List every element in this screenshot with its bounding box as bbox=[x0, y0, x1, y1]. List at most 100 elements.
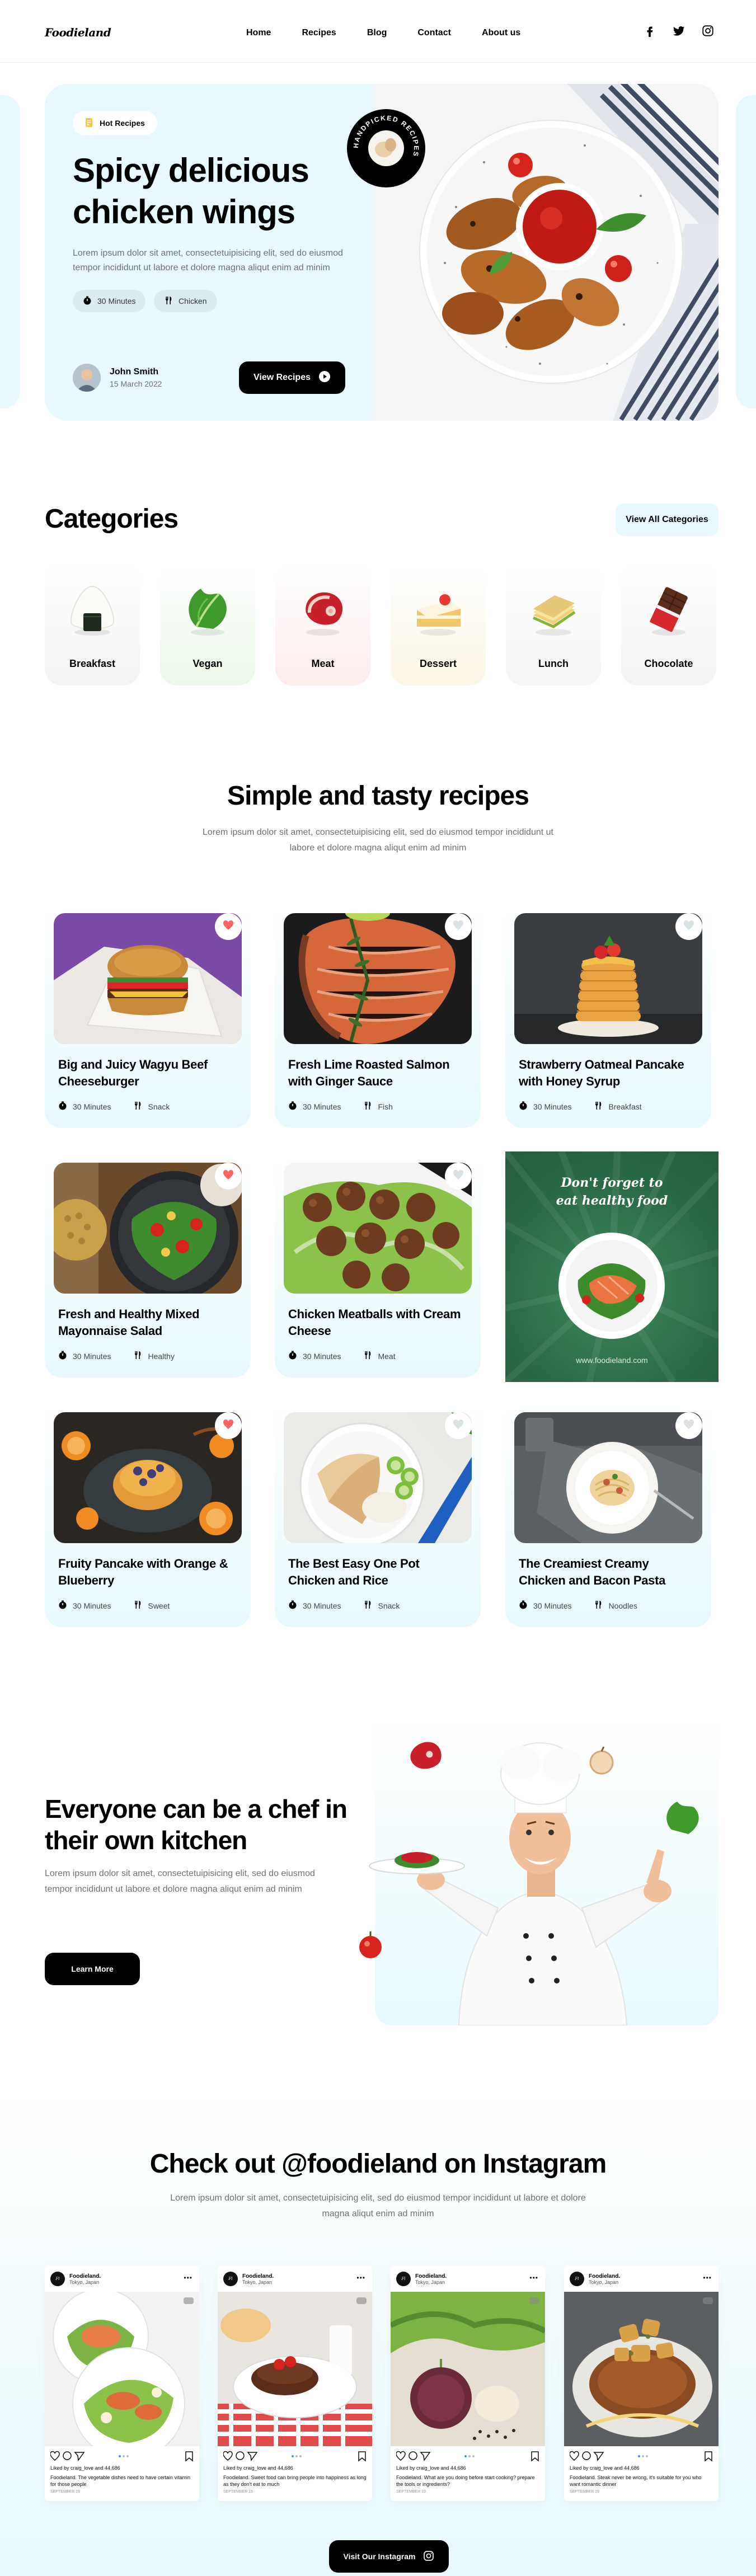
post-header: Fl Foodieland. Tokyo, Japan bbox=[50, 2272, 101, 2286]
post-image-salad bbox=[45, 2292, 199, 2446]
recipe-card[interactable]: Fruity Pancake with Orange & Blueberry 3… bbox=[45, 1403, 251, 1627]
twitter-icon[interactable] bbox=[673, 25, 685, 40]
instagram-icon[interactable] bbox=[702, 25, 714, 40]
favorite-button[interactable] bbox=[445, 913, 472, 940]
social-links bbox=[644, 25, 714, 40]
post-username[interactable]: Foodieland. bbox=[415, 2273, 447, 2279]
onigiri-icon bbox=[64, 582, 120, 638]
recipe-card[interactable]: Strawberry Oatmeal Pancake with Honey Sy… bbox=[505, 904, 711, 1128]
recipe-title[interactable]: Chicken Meatballs with Cream Cheese bbox=[288, 1306, 467, 1339]
promo-url[interactable]: www.foodieland.com bbox=[505, 1356, 719, 1365]
comment-icon bbox=[63, 2451, 72, 2460]
nav-link-home[interactable]: Home bbox=[246, 28, 271, 38]
recipe-tag-label: Fish bbox=[378, 1102, 393, 1111]
more-options-icon[interactable]: ••• bbox=[356, 2274, 365, 2282]
post-username[interactable]: Foodieland. bbox=[589, 2273, 620, 2279]
view-recipes-label: View Recipes bbox=[253, 373, 311, 382]
recipe-title[interactable]: The Best Easy One Pot Chicken and Rice bbox=[288, 1555, 467, 1589]
category-label: Dessert bbox=[419, 658, 457, 669]
favorite-button[interactable] bbox=[215, 913, 242, 940]
badge-label: Hot Recipes bbox=[100, 119, 145, 128]
recipe-tag: Noodles bbox=[594, 1600, 637, 1611]
post-username[interactable]: Foodieland. bbox=[69, 2273, 101, 2279]
recipe-tag: Fish bbox=[363, 1101, 393, 1112]
heart-icon bbox=[683, 1419, 694, 1433]
more-options-icon[interactable]: ••• bbox=[703, 2274, 712, 2282]
recipe-card[interactable]: Chicken Meatballs with Cream Cheese 30 M… bbox=[275, 1154, 481, 1378]
recipe-card[interactable]: Big and Juicy Wagyu Beef Cheeseburger 30… bbox=[45, 904, 251, 1128]
recipe-meta: 30 Minutes Healthy bbox=[58, 1351, 175, 1361]
nav-link-about[interactable]: About us bbox=[482, 28, 520, 38]
favorite-button[interactable] bbox=[445, 1412, 472, 1439]
recipe-card[interactable]: Fresh and Healthy Mixed Mayonnaise Salad… bbox=[45, 1154, 251, 1378]
recipe-title[interactable]: Fresh and Healthy Mixed Mayonnaise Salad bbox=[58, 1306, 237, 1339]
category-lunch[interactable]: Lunch bbox=[506, 565, 601, 685]
nav-link-blog[interactable]: Blog bbox=[367, 28, 387, 38]
author-name: John Smith bbox=[110, 367, 159, 377]
hero-time: 30 Minutes bbox=[97, 297, 136, 305]
hero-time-chip: 30 Minutes bbox=[73, 290, 146, 312]
instagram-post[interactable]: Fl Foodieland. Tokyo, Japan ••• Liked by … bbox=[45, 2266, 199, 2501]
share-icon bbox=[593, 2452, 604, 2461]
nav-link-recipes[interactable]: Recipes bbox=[302, 28, 336, 38]
view-all-categories-button[interactable]: View All Categories bbox=[616, 504, 719, 536]
instagram-post[interactable]: Fl Foodieland. Tokyo, Japan ••• Liked by … bbox=[564, 2266, 719, 2501]
recipe-tag: Healthy bbox=[133, 1351, 175, 1361]
cake-icon bbox=[410, 582, 466, 638]
recipe-time: 30 Minutes bbox=[58, 1101, 111, 1112]
post-location: Tokyo, Japan bbox=[415, 2279, 445, 2285]
recipe-title[interactable]: Fresh Lime Roasted Salmon with Ginger Sa… bbox=[288, 1056, 467, 1090]
category-vegan[interactable]: Vegan bbox=[160, 565, 255, 685]
instagram-title: Check out @foodieland on Instagram bbox=[149, 2149, 607, 2179]
more-options-icon[interactable]: ••• bbox=[184, 2274, 192, 2282]
heart-icon bbox=[223, 1419, 234, 1433]
post-caption: Foodieland. Sweet food can bring people … bbox=[223, 2475, 367, 2487]
hero-slide-prev bbox=[0, 95, 20, 408]
visit-instagram-button[interactable]: Visit Our Instagram bbox=[329, 2540, 449, 2573]
timer-icon bbox=[83, 296, 92, 307]
post-caption: Foodieland. The vegetable dishes need to… bbox=[50, 2475, 190, 2487]
chef-section-description: Lorem ipsum dolor sit amet, consectetuip… bbox=[45, 1869, 315, 1894]
recipe-card[interactable]: The Creamiest Creamy Chicken and Bacon P… bbox=[505, 1403, 711, 1627]
favorite-button[interactable] bbox=[675, 913, 702, 940]
recipe-title[interactable]: The Creamiest Creamy Chicken and Bacon P… bbox=[519, 1555, 698, 1589]
more-options-icon[interactable]: ••• bbox=[529, 2274, 538, 2282]
bookmark-icon bbox=[358, 2451, 366, 2462]
recipe-card[interactable]: Fresh Lime Roasted Salmon with Ginger Sa… bbox=[275, 904, 481, 1128]
recipe-tag: Snack bbox=[363, 1600, 400, 1611]
fork-knife-icon bbox=[133, 1351, 142, 1361]
instagram-post[interactable]: Fl Foodieland. Tokyo, Japan ••• Liked by … bbox=[391, 2266, 545, 2501]
recipe-title[interactable]: Strawberry Oatmeal Pancake with Honey Sy… bbox=[519, 1056, 698, 1090]
favorite-button[interactable] bbox=[215, 1412, 242, 1439]
category-chocolate[interactable]: Chocolate bbox=[621, 565, 716, 685]
learn-more-button[interactable]: Learn More bbox=[45, 1953, 140, 1985]
fork-knife-icon bbox=[133, 1600, 142, 1611]
facebook-icon[interactable] bbox=[644, 25, 656, 40]
fork-knife-icon bbox=[133, 1101, 142, 1112]
post-actions bbox=[50, 2451, 194, 2462]
handpicked-recipes-stamp: HANDPICKED RECIPES bbox=[347, 109, 425, 187]
bookmark-icon bbox=[705, 2451, 712, 2462]
favorite-button[interactable] bbox=[215, 1163, 242, 1190]
steak-icon bbox=[295, 582, 351, 638]
site-logo[interactable]: Foodieland bbox=[45, 26, 111, 39]
recipe-meta: 30 Minutes Fish bbox=[288, 1101, 393, 1112]
instagram-post[interactable]: Fl Foodieland. Tokyo, Japan ••• Liked by … bbox=[218, 2266, 372, 2501]
favorite-button[interactable] bbox=[445, 1163, 472, 1190]
category-dessert[interactable]: Dessert bbox=[391, 565, 486, 685]
favorite-button[interactable] bbox=[675, 1412, 702, 1439]
recipe-title[interactable]: Fruity Pancake with Orange & Blueberry bbox=[58, 1555, 237, 1589]
post-username[interactable]: Foodieland. bbox=[242, 2273, 274, 2279]
category-meat[interactable]: Meat bbox=[275, 565, 370, 685]
comment-icon bbox=[408, 2451, 417, 2460]
author-avatar bbox=[73, 364, 101, 392]
recipe-card[interactable]: The Best Easy One Pot Chicken and Rice 3… bbox=[275, 1403, 481, 1627]
recipe-time-label: 30 Minutes bbox=[303, 1351, 341, 1361]
category-breakfast[interactable]: Breakfast bbox=[45, 565, 140, 685]
nav-link-contact[interactable]: Contact bbox=[417, 28, 451, 38]
recipe-title[interactable]: Big and Juicy Wagyu Beef Cheeseburger bbox=[58, 1056, 237, 1090]
chef-illustration bbox=[347, 1712, 727, 2026]
view-recipes-button[interactable]: View Recipes bbox=[239, 361, 345, 394]
recipe-time-label: 30 Minutes bbox=[73, 1102, 111, 1111]
healthy-food-promo[interactable]: Don't forget to eat healthy food www.foo… bbox=[505, 1151, 719, 1382]
